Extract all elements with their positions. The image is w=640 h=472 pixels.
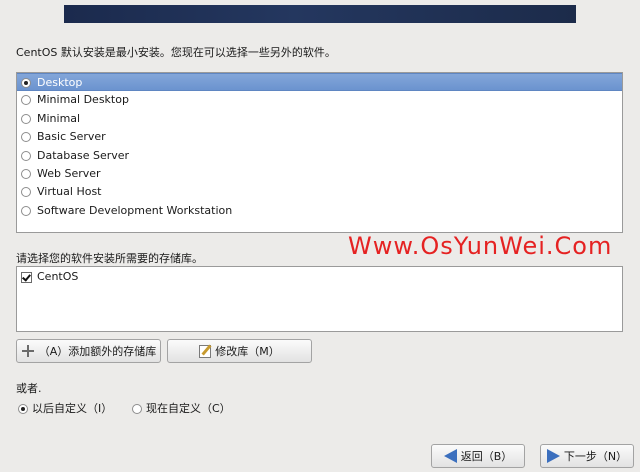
repo-item-label: CentOS <box>37 270 79 283</box>
plus-icon <box>21 344 35 358</box>
package-option-label: Database Server <box>37 148 130 162</box>
package-option-web-server[interactable]: Web Server <box>17 165 622 183</box>
package-option-label: Basic Server <box>37 130 106 144</box>
intro-text: CentOS 默认安装是最小安装。您现在可以选择一些另外的软件。 <box>16 46 336 59</box>
checkbox-icon[interactable] <box>21 272 32 283</box>
header-banner <box>64 5 576 23</box>
arrow-left-icon <box>443 449 457 463</box>
package-option-desktop[interactable]: Desktop <box>17 73 622 92</box>
radio-icon[interactable] <box>21 187 31 198</box>
modify-repository-button[interactable]: 修改库（M） <box>167 339 312 363</box>
customize-now-option[interactable]: 现在自定义（C） <box>130 402 231 416</box>
add-repository-button[interactable]: （A）添加额外的存储库 <box>16 339 161 363</box>
radio-icon[interactable] <box>21 78 31 88</box>
package-option-label: Virtual Host <box>37 185 102 199</box>
package-option-label: Web Server <box>37 166 101 180</box>
modify-repository-label: 修改库（M） <box>215 345 280 358</box>
watermark-text: Www.OsYunWei.Com <box>348 232 613 260</box>
package-option-software-development-workstation[interactable]: Software Development Workstation <box>17 202 622 220</box>
next-button[interactable]: 下一步（N） <box>540 444 634 468</box>
package-option-label: Desktop <box>37 76 83 89</box>
radio-icon[interactable] <box>21 113 31 124</box>
customize-later-label: 以后自定义（I） <box>32 402 113 415</box>
edit-icon <box>199 344 212 358</box>
or-label: 或者. <box>16 382 42 395</box>
add-repository-label: （A）添加额外的存储库 <box>38 345 157 358</box>
package-option-label: Minimal <box>37 111 81 125</box>
radio-icon[interactable] <box>132 404 142 414</box>
radio-icon[interactable] <box>21 132 31 143</box>
customize-later-option[interactable]: 以后自定义（I） <box>16 402 112 416</box>
radio-icon[interactable] <box>18 404 28 414</box>
package-option-minimal-desktop[interactable]: Minimal Desktop <box>17 91 622 109</box>
radio-icon[interactable] <box>21 95 31 106</box>
radio-icon[interactable] <box>21 205 31 216</box>
package-option-label: Software Development Workstation <box>37 203 233 217</box>
repository-list[interactable]: CentOS <box>16 266 623 332</box>
back-button[interactable]: 返回（B） <box>431 444 525 468</box>
package-group-list[interactable]: Desktop Minimal Desktop Minimal Basic Se… <box>16 72 623 233</box>
next-button-label: 下一步（N） <box>563 450 628 463</box>
package-option-minimal[interactable]: Minimal <box>17 110 622 128</box>
repo-item-centos[interactable]: CentOS <box>17 267 622 287</box>
back-button-label: 返回（B） <box>460 450 513 463</box>
arrow-right-icon <box>546 449 560 463</box>
package-option-basic-server[interactable]: Basic Server <box>17 128 622 146</box>
customize-now-label: 现在自定义（C） <box>146 402 231 415</box>
repo-section-label: 请选择您的软件安装所需要的存储库。 <box>16 252 203 265</box>
package-option-database-server[interactable]: Database Server <box>17 147 622 165</box>
radio-icon[interactable] <box>21 150 31 161</box>
package-option-virtual-host[interactable]: Virtual Host <box>17 183 622 201</box>
package-option-label: Minimal Desktop <box>37 93 129 107</box>
radio-icon[interactable] <box>21 168 31 179</box>
